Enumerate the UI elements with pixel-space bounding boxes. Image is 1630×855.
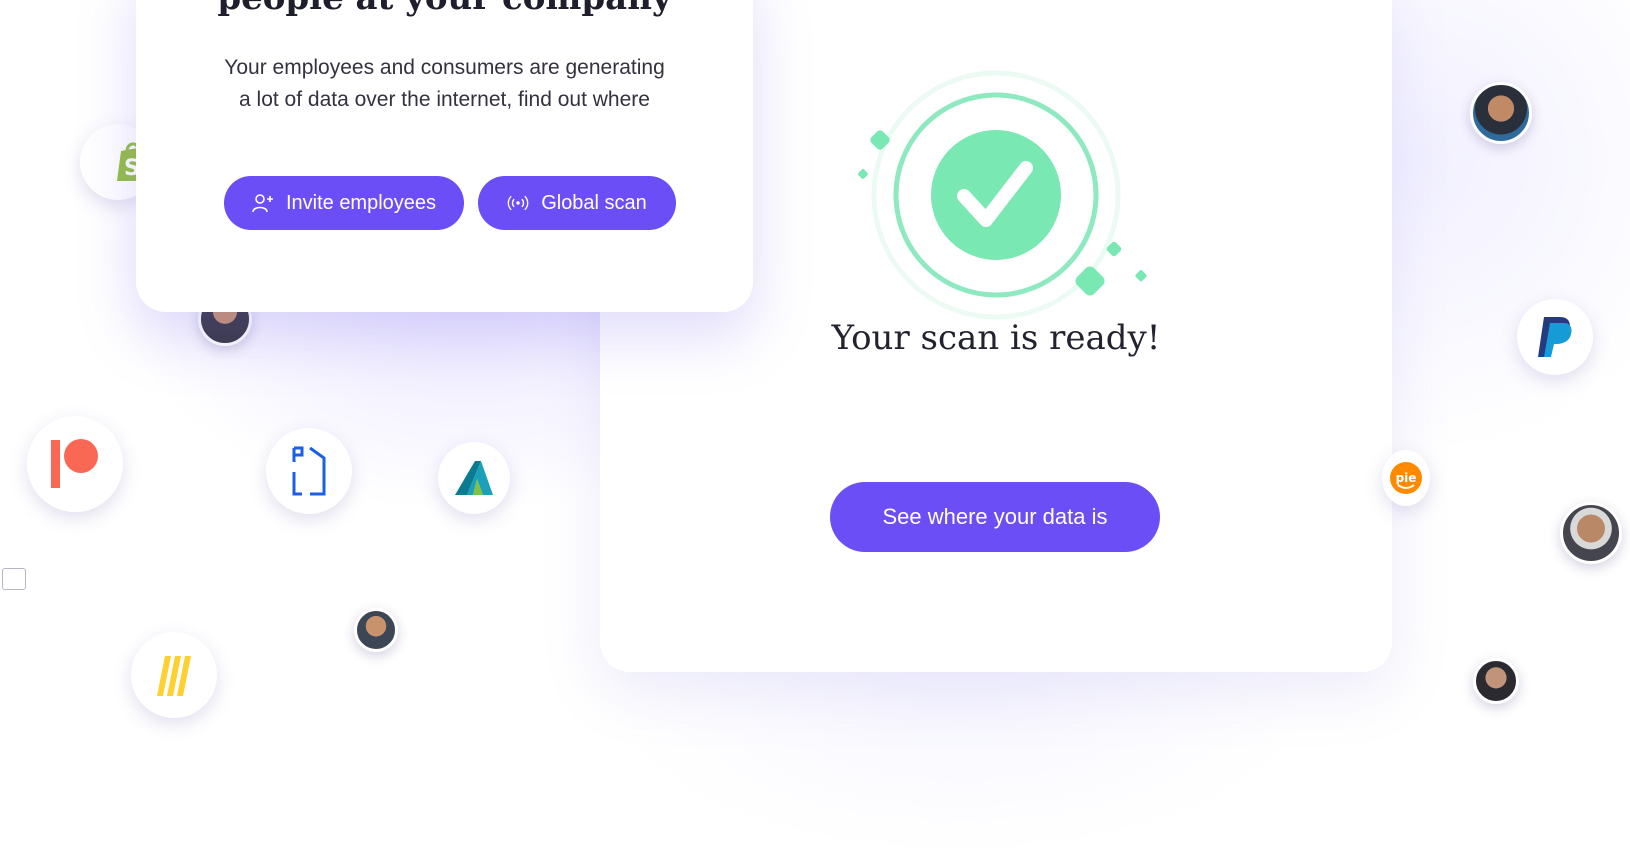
avatar-person-right-bottom [1473,658,1519,704]
svg-text:pie: pie [1396,471,1417,485]
global-scan-label: Global scan [541,191,647,214]
see-data-button[interactable]: See where your data is [830,482,1160,552]
miro-icon [157,656,191,696]
autodesk-logo-bubble [438,442,510,514]
broadcast-icon [507,192,529,214]
landing-stage: S people at your company [0,0,1630,855]
scan-success-graphic [858,70,1147,320]
invite-card: people at your company Your employees an… [136,0,753,312]
ps-logo-bubble [266,428,352,514]
autodesk-icon [455,461,493,495]
avatar-person-right-top [1470,82,1532,144]
invite-employees-button[interactable]: Invite employees [224,176,464,230]
invite-card-description: Your employees and consumers are generat… [224,56,665,111]
paypal-logo-bubble [1517,299,1593,375]
global-scan-button[interactable]: Global scan [478,176,676,230]
person-add-icon [252,192,274,214]
paypal-icon [1538,317,1572,357]
patreon-logo-bubble [27,416,123,512]
check-circle [931,130,1061,260]
invite-employees-label: Invite employees [285,191,437,214]
pie-logo-bubble: pie [1382,450,1430,506]
invite-card-heading: people at your company [136,0,753,18]
scan-ready-title: Your scan is ready! [831,318,1161,358]
patreon-icon [51,439,98,488]
avatar-person-right-middle [1560,502,1622,564]
ps-icon [292,446,326,496]
small-frame-icon [2,568,26,590]
miro-logo-bubble [131,632,217,718]
pie-icon: pie [1390,462,1422,494]
avatar-person-left-middle [354,608,398,652]
